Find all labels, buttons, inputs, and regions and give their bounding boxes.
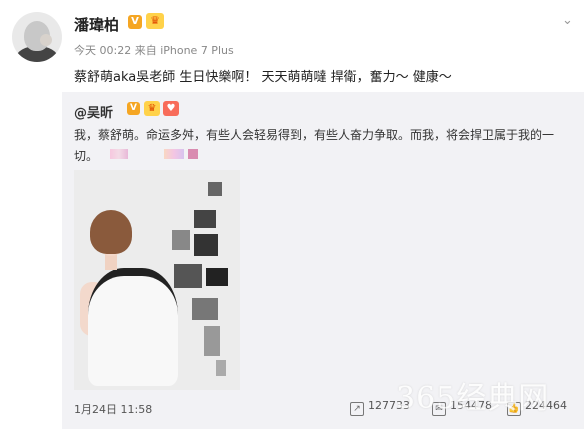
mosaic-2 [164,149,184,159]
dress [88,268,178,386]
watermark: 365经典网 [396,381,550,416]
pixelation-block [208,182,222,196]
avatar-hand [40,34,52,46]
mosaic-1 [110,149,128,159]
verified-badge-icon: V [128,15,142,29]
post-meta: 今天 00:22 来自 iPhone 7 Plus [74,44,234,57]
member-crown-icon: ♛ [144,101,160,116]
pixelation-block [172,230,190,250]
chevron-down-icon[interactable]: ⌄ [562,14,573,27]
pixelation-block [194,210,216,228]
mosaic-3 [188,149,198,159]
post-image[interactable] [74,170,240,390]
quoted-date: 1月24日 11:58 [74,403,153,416]
verified-badge-icon: V [127,102,140,115]
post-text: 蔡舒萌aka吳老師 生日快樂啊！ 天天萌萌噠 捍衛，奮力～ 健康～ [74,70,452,85]
post-username[interactable]: 潘瑋柏 [74,14,119,35]
avatar[interactable] [12,12,62,62]
neck [105,254,117,270]
pixelation-block [192,298,218,320]
hair [90,210,132,254]
pixelation-block [194,234,218,256]
pixelation-block [204,326,220,356]
heart-badge-icon: ♥ [163,101,179,116]
share-icon: ↗ [350,402,364,416]
pixelation-block [216,360,226,376]
member-crown-icon: ♛ [146,13,164,29]
pixelation-block [174,264,202,288]
quoted-username[interactable]: @吴昕 [74,102,113,121]
pixelation-block [206,268,228,286]
quoted-text: 我，蔡舒萌。命运多舛，有些人会轻易得到，有些人奋力争取。而我，将会捍卫属于我的一… [74,128,555,163]
weibo-post: 潘瑋柏 V ♛ ⌄ 今天 00:22 来自 iPhone 7 Plus 蔡舒萌a… [0,0,584,429]
